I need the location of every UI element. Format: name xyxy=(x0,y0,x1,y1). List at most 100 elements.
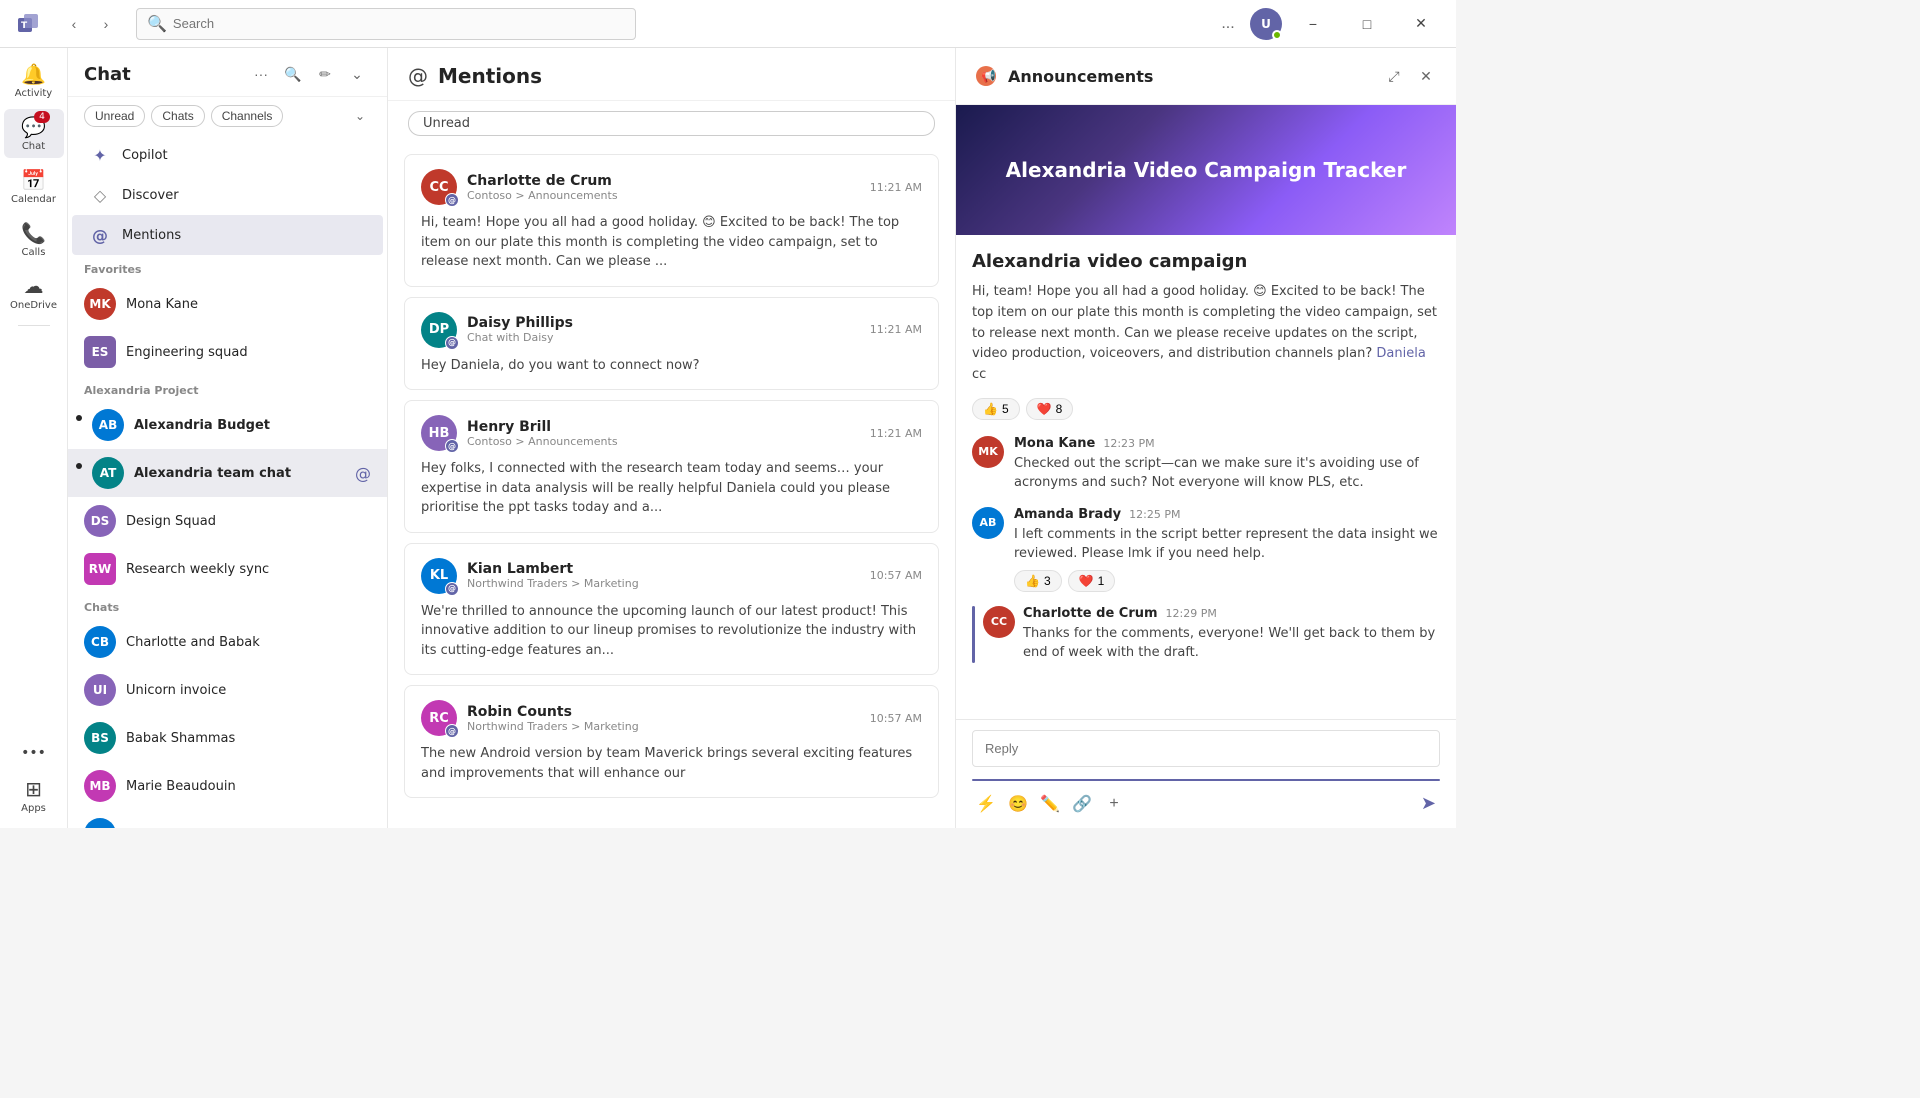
sidebar-compose-button[interactable]: ✏ xyxy=(311,60,339,88)
mention-item-robin[interactable]: RC @ Robin Counts Northwind Traders > Ma… xyxy=(404,685,939,798)
favorites-section-label: Favorites xyxy=(68,255,387,280)
reply-tool-link[interactable]: 🔗 xyxy=(1068,790,1096,818)
rail-item-calendar[interactable]: 📅 Calendar xyxy=(4,162,64,211)
robin-mention-header: RC @ Robin Counts Northwind Traders > Ma… xyxy=(421,700,922,736)
charlotte-babak-name: Charlotte and Babak xyxy=(126,635,371,650)
reply-send-button[interactable]: ➤ xyxy=(1417,789,1440,818)
apps-label: Apps xyxy=(21,803,46,814)
sidebar-more-button[interactable]: ··· xyxy=(247,60,275,88)
teamchat-mention-icon: @ xyxy=(355,464,371,483)
babak-name: Babak Shammas xyxy=(126,731,371,746)
announcements-panel: 📢 Announcements ⤢ ✕ Alexandria Video Cam… xyxy=(956,48,1456,828)
amanda-info: Amanda Brady xyxy=(126,827,371,829)
sidebar-item-marie[interactable]: MB Marie Beaudouin xyxy=(68,762,387,810)
rail-item-more[interactable]: ••• xyxy=(4,739,64,767)
design-avatar: DS xyxy=(84,505,116,537)
mention-item-henry[interactable]: HB @ Henry Brill Contoso > Announcements… xyxy=(404,400,939,533)
filter-expand-button[interactable]: ⌄ xyxy=(349,107,371,125)
reply-tool-lightning[interactable]: ⚡ xyxy=(972,790,1000,818)
sidebar-item-charlotte-babak[interactable]: CB Charlotte and Babak xyxy=(68,618,387,666)
marie-info: Marie Beaudouin xyxy=(126,779,371,794)
mona-reply-time: 12:23 PM xyxy=(1103,437,1154,450)
kian-mention-meta: Kian Lambert Northwind Traders > Marketi… xyxy=(467,561,639,590)
heart-emoji: ❤️ xyxy=(1037,402,1052,416)
sidebar-item-research[interactable]: RW Research weekly sync xyxy=(68,545,387,593)
forward-button[interactable]: › xyxy=(92,10,120,38)
sidebar-item-design[interactable]: DS Design Squad xyxy=(68,497,387,545)
charlotte-reply-header: Charlotte de Crum 12:29 PM xyxy=(1023,606,1440,621)
at-badge-daisy: @ xyxy=(445,336,459,350)
rail-item-chat[interactable]: 💬 4 Chat xyxy=(4,109,64,158)
close-button[interactable]: ✕ xyxy=(1398,8,1444,40)
calls-label: Calls xyxy=(22,247,46,258)
charlotte-mention-avatar: CC @ xyxy=(421,169,457,205)
research-avatar: RW xyxy=(84,553,116,585)
reply-input[interactable] xyxy=(972,730,1440,767)
mona-avatar: MK xyxy=(84,288,116,320)
mention-item-charlotte[interactable]: CC @ Charlotte de Crum Contoso > Announc… xyxy=(404,154,939,287)
active-indicator xyxy=(972,606,975,663)
announcements-hero: Alexandria Video Campaign Tracker xyxy=(956,105,1456,235)
nav-item-mentions[interactable]: @ Mentions xyxy=(72,215,383,255)
henry-mention-time: 11:21 AM xyxy=(870,427,922,440)
chat-badge: 4 xyxy=(34,111,50,123)
mention-item-daisy[interactable]: DP @ Daisy Phillips Chat with Daisy 11:2… xyxy=(404,297,939,391)
mona-name: Mona Kane xyxy=(126,297,371,312)
announcements-actions: ⤢ ✕ xyxy=(1380,62,1440,90)
marie-avatar: MB xyxy=(84,770,116,802)
rail-item-onedrive[interactable]: ☁ OneDrive xyxy=(4,268,64,317)
search-input[interactable] xyxy=(173,16,625,31)
mona-reply-name: Mona Kane xyxy=(1014,436,1095,451)
rail-item-activity[interactable]: 🔔 Activity xyxy=(4,56,64,105)
amanda-reaction-heart[interactable]: ❤️ 1 xyxy=(1068,570,1116,592)
nav-buttons: ‹ › xyxy=(60,10,120,38)
reaction-heart[interactable]: ❤️ 8 xyxy=(1026,398,1074,420)
chats-section-label: Chats xyxy=(68,593,387,618)
reaction-thumbs[interactable]: 👍 5 xyxy=(972,398,1020,420)
discover-label: Discover xyxy=(122,188,179,203)
reply-tool-add[interactable]: + xyxy=(1100,790,1128,818)
maximize-button[interactable]: □ xyxy=(1344,8,1390,40)
kian-mention-name: Kian Lambert xyxy=(467,561,639,577)
filter-chats[interactable]: Chats xyxy=(151,105,204,127)
unread-filter-chip[interactable]: Unread xyxy=(408,111,935,136)
user-avatar[interactable]: U xyxy=(1250,8,1282,40)
filter-channels[interactable]: Channels xyxy=(211,105,284,127)
announcements-close-button[interactable]: ✕ xyxy=(1412,62,1440,90)
budget-unread-dot xyxy=(76,415,82,421)
minimize-button[interactable]: − xyxy=(1290,8,1336,40)
calendar-icon: 📅 xyxy=(21,168,46,192)
search-bar[interactable]: 🔍 xyxy=(136,8,636,40)
at-badge-kian: @ xyxy=(445,582,459,596)
mentions-label: Mentions xyxy=(122,228,181,243)
amanda-reaction-thumbs[interactable]: 👍 3 xyxy=(1014,570,1062,592)
sidebar-expand-button[interactable]: ⌄ xyxy=(343,60,371,88)
nav-item-copilot[interactable]: ✦ Copilot xyxy=(72,135,383,175)
sidebar-item-mona[interactable]: MK Mona Kane xyxy=(68,280,387,328)
sidebar-item-babak[interactable]: BS Babak Shammas xyxy=(68,714,387,762)
reply-tool-emoji[interactable]: 😊 xyxy=(1004,790,1032,818)
announcements-expand-button[interactable]: ⤢ xyxy=(1380,62,1408,90)
robin-mention-avatar: RC @ xyxy=(421,700,457,736)
back-button[interactable]: ‹ xyxy=(60,10,88,38)
charlotte-babak-info: Charlotte and Babak xyxy=(126,635,371,650)
onedrive-icon: ☁ xyxy=(24,274,44,298)
rail-item-calls[interactable]: 📞 Calls xyxy=(4,215,64,264)
amanda-thumbs-count: 3 xyxy=(1044,574,1051,588)
reply-tool-edit[interactable]: ✏️ xyxy=(1036,790,1064,818)
sidebar-item-unicorn[interactable]: UI Unicorn invoice xyxy=(68,666,387,714)
unicorn-name: Unicorn invoice xyxy=(126,683,371,698)
sidebar-item-teamchat[interactable]: AT Alexandria team chat @ xyxy=(68,449,387,497)
mention-item-kian[interactable]: KL @ Kian Lambert Northwind Traders > Ma… xyxy=(404,543,939,676)
sidebar-item-amanda[interactable]: AB Amanda Brady xyxy=(68,810,387,828)
nav-item-discover[interactable]: ◇ Discover xyxy=(72,175,383,215)
sidebar-search-button[interactable]: 🔍 xyxy=(279,60,307,88)
sidebar-item-budget[interactable]: AB Alexandria Budget xyxy=(68,401,387,449)
filter-unread[interactable]: Unread xyxy=(84,105,145,127)
rail-item-apps[interactable]: ⊞ Apps xyxy=(4,771,64,820)
sidebar-item-engineering[interactable]: ES Engineering squad xyxy=(68,328,387,376)
charlotte-reply-text: Thanks for the comments, everyone! We'll… xyxy=(1023,624,1440,663)
charlotte-reply-time: 12:29 PM xyxy=(1166,607,1217,620)
mona-reply-content: Mona Kane 12:23 PM Checked out the scrip… xyxy=(1014,436,1440,493)
more-button[interactable]: ... xyxy=(1214,10,1242,38)
